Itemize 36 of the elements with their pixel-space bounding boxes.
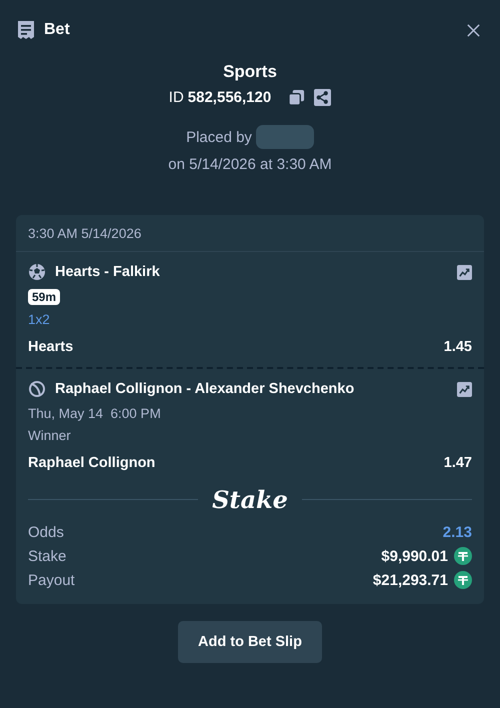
receipt-icon [16, 20, 36, 40]
add-to-bet-slip-button[interactable]: Add to Bet Slip [178, 621, 322, 663]
soccer-ball-icon [28, 263, 46, 281]
copy-icon[interactable] [288, 88, 306, 106]
selection-name: Raphael Collignon [28, 455, 156, 471]
share-icon[interactable] [314, 88, 332, 106]
amount-value: $9,990.01 [381, 548, 448, 564]
live-time-badge: 59m [28, 289, 60, 305]
total-label: Stake [28, 548, 66, 564]
selection-odds: 1.45 [444, 339, 472, 355]
tether-coin-icon [454, 547, 472, 565]
market-name: 1x2 [28, 312, 51, 327]
redacted-name [256, 125, 314, 149]
event-name[interactable]: Raphael Collignon - Alexander Shevchenko [55, 381, 354, 397]
bet-timestamp: 3:30 AM 5/14/2026 [16, 215, 484, 252]
placed-by-label: Placed by [186, 128, 252, 146]
total-label: Payout [28, 572, 75, 588]
brand-logo: Stake [212, 485, 288, 514]
chart-icon[interactable] [457, 382, 472, 396]
dialog-title: Bet [44, 21, 70, 39]
event-name[interactable]: Hearts - Falkirk [55, 264, 160, 280]
event-time: Thu, May 14 6:00 PM [28, 406, 162, 421]
chart-icon[interactable] [457, 264, 472, 280]
total-odds: 2.13 [442, 524, 472, 540]
id-label: ID [168, 88, 184, 106]
amount-value: $21,293.71 [372, 572, 448, 588]
selection-odds: 1.47 [444, 455, 472, 471]
close-icon[interactable] [466, 22, 481, 38]
bet-id: 582,556,120 [188, 88, 272, 106]
market-name: Winner [28, 428, 72, 443]
tennis-ball-icon [28, 380, 46, 398]
tether-coin-icon [454, 571, 472, 589]
total-label: Odds [28, 524, 64, 540]
placed-date: on 5/14/2026 at 3:30 AM [168, 156, 332, 173]
bet-category: Sports [223, 62, 277, 83]
selection-name: Hearts [28, 339, 74, 355]
